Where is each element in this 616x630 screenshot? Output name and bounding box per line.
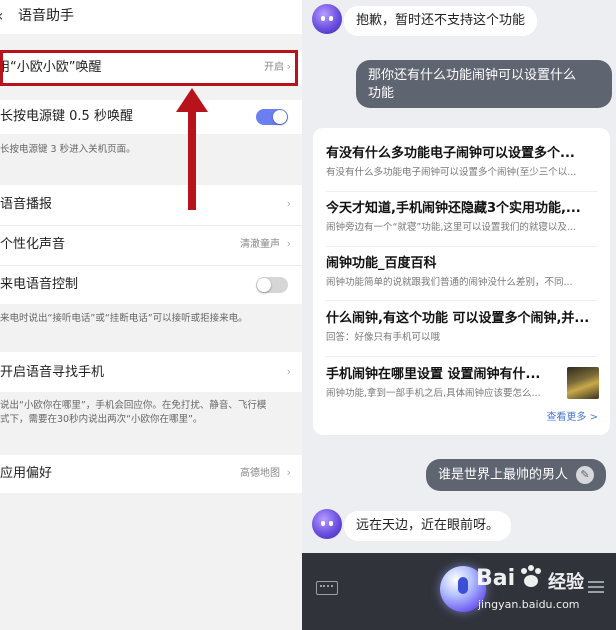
keyboard-icon[interactable] xyxy=(316,581,338,595)
setting-label: 来电语音控制 xyxy=(0,277,79,292)
setting-row-app-preference[interactable]: 应用偏好 高德地图 › xyxy=(0,455,302,493)
setting-row-find-phone[interactable]: 开启语音寻找手机 › xyxy=(0,352,302,392)
divider xyxy=(326,246,598,247)
setting-row-voice-broadcast[interactable]: 语音播报 › xyxy=(0,185,302,225)
highlight-box xyxy=(0,50,298,86)
search-result[interactable]: 今天才知道,手机闹钟还隐藏3个实用功能,... 闹钟旁边有一个“就寝”功能,这里… xyxy=(326,200,598,235)
chevron-right-icon: › xyxy=(286,197,291,210)
voice-assistant-settings: ‹ 语音助手 用“小欧小欧”唤醒 开启 › 长按电源键 0.5 秒唤醒 长按电源… xyxy=(0,0,302,630)
up-arrow-annotation xyxy=(176,88,208,210)
paw-logo-icon xyxy=(521,565,541,587)
divider xyxy=(326,300,598,301)
result-title: 手机闹钟在哪里设置 设置闹钟有什... xyxy=(326,367,541,382)
avatar-eye xyxy=(329,16,333,21)
user-message: 谁是世界上最帅的男人 ✎ xyxy=(426,459,607,491)
bot-message: 远在天边，近在眼前呀。 xyxy=(344,511,512,541)
toggle-knob xyxy=(257,278,271,292)
result-title: 有没有什么多功能电子闹钟可以设置多个... xyxy=(326,146,575,161)
call-voice-toggle[interactable] xyxy=(256,277,288,293)
setting-value: 高德地图 xyxy=(240,468,280,479)
assistant-avatar xyxy=(312,509,342,539)
setting-label: 开启语音寻找手机 xyxy=(0,365,105,380)
chevron-right-icon: › xyxy=(286,365,291,378)
view-more-link[interactable]: 查看更多 > xyxy=(546,411,598,425)
setting-label: 语音播报 xyxy=(0,197,53,212)
watermark-product: 经验 xyxy=(548,572,584,593)
search-result[interactable]: 闹钟功能_百度百科 闹钟功能简单的说就跟我们普通的闹钟没什么差别，不同... xyxy=(326,255,598,290)
avatar-eye xyxy=(321,521,325,526)
bot-message: 抱歉，暂时还不支持这个功能 xyxy=(344,6,538,36)
avatar-eye xyxy=(321,16,325,21)
screenshot-root: ‹ 语音助手 用“小欧小欧”唤醒 开启 › 长按电源键 0.5 秒唤醒 长按电源… xyxy=(0,0,616,630)
result-snippet: 闹钟功能,拿到一部手机之后,具体闹钟应该要怎么... xyxy=(326,388,541,399)
setting-description-line: 说出“小欧你在哪里”，手机会回应你。在免打扰、静音、飞行模 xyxy=(0,400,267,411)
divider xyxy=(326,356,598,357)
assistant-avatar xyxy=(312,4,342,34)
divider xyxy=(326,191,598,192)
result-title: 今天才知道,手机闹钟还隐藏3个实用功能,... xyxy=(326,201,581,216)
setting-value: 清澈童声 xyxy=(240,239,280,250)
user-message-line: 那你还有什么功能闹钟可以设置什么 xyxy=(368,68,577,83)
back-icon[interactable]: ‹ xyxy=(0,7,3,25)
user-message-text: 谁是世界上最帅的男人 xyxy=(438,467,569,483)
avatar-eye xyxy=(329,521,333,526)
setting-label: 应用偏好 xyxy=(0,466,53,481)
power-key-toggle[interactable] xyxy=(256,109,288,125)
watermark-url: jingyan.baidu.com xyxy=(478,598,580,611)
search-result[interactable]: 手机闹钟在哪里设置 设置闹钟有什... 闹钟功能,拿到一部手机之后,具体闹钟应该… xyxy=(326,366,556,401)
chevron-right-icon: › xyxy=(286,237,291,250)
result-title: 什么闹钟,有这个功能 可以设置多个闹钟,并... xyxy=(326,311,590,326)
top-bar: ‹ 语音助手 xyxy=(0,0,302,34)
watermark-brand: Bai xyxy=(476,566,516,591)
arrow-shape xyxy=(176,88,208,210)
toggle-knob xyxy=(273,110,287,124)
watermark: Bai 经验 jingyan.baidu.com xyxy=(476,560,596,622)
chevron-right-icon: › xyxy=(286,466,291,479)
assistant-chat: 抱歉，暂时还不支持这个功能 那你还有什么功能闹钟可以设置什么 功能 有没有什么多… xyxy=(302,0,616,630)
user-message: 那你还有什么功能闹钟可以设置什么 功能 xyxy=(356,60,612,108)
setting-row-personalized-voice[interactable]: 个性化声音 清澈童声 › xyxy=(0,226,302,265)
search-results-card: 有没有什么多功能电子闹钟可以设置多个... 有没有什么多功能电子闹钟可以设置多个… xyxy=(313,128,610,435)
edit-icon[interactable]: ✎ xyxy=(576,466,595,484)
microphone-icon xyxy=(458,577,468,594)
setting-row-power-key[interactable]: 长按电源键 0.5 秒唤醒 xyxy=(0,100,302,134)
setting-row-call-voice-control[interactable]: 来电语音控制 xyxy=(0,266,302,304)
result-snippet: 回答：好像只有手机可以哦 xyxy=(326,332,441,343)
result-snippet: 有没有什么多功能电子闹钟可以设置多个闹钟(至少三个以... xyxy=(326,167,577,178)
setting-description: 来电时说出“接听电话”或“挂断电话”可以接听或拒接来电。 xyxy=(0,313,248,324)
result-title: 闹钟功能_百度百科 xyxy=(326,256,437,271)
setting-label: 个性化声音 xyxy=(0,237,66,252)
setting-description-line: 式下，需要在30秒内说出两次“小欧你在哪里”。 xyxy=(0,414,203,425)
setting-label: 长按电源键 0.5 秒唤醒 xyxy=(0,109,133,124)
search-result[interactable]: 有没有什么多功能电子闹钟可以设置多个... 有没有什么多功能电子闹钟可以设置多个… xyxy=(326,145,598,180)
result-snippet: 闹钟功能简单的说就跟我们普通的闹钟没什么差别，不同... xyxy=(326,277,573,288)
user-message-line: 功能 xyxy=(368,86,395,101)
result-snippet: 闹钟旁边有一个“就寝”功能,这里可以设置我们的就寝以及... xyxy=(326,222,576,233)
setting-description: 长按电源键 3 秒进入关机页面。 xyxy=(0,144,136,155)
search-result[interactable]: 什么闹钟,有这个功能 可以设置多个闹钟,并... 回答：好像只有手机可以哦 xyxy=(326,310,598,345)
page-title: 语音助手 xyxy=(18,8,74,24)
result-thumbnail xyxy=(567,367,599,399)
